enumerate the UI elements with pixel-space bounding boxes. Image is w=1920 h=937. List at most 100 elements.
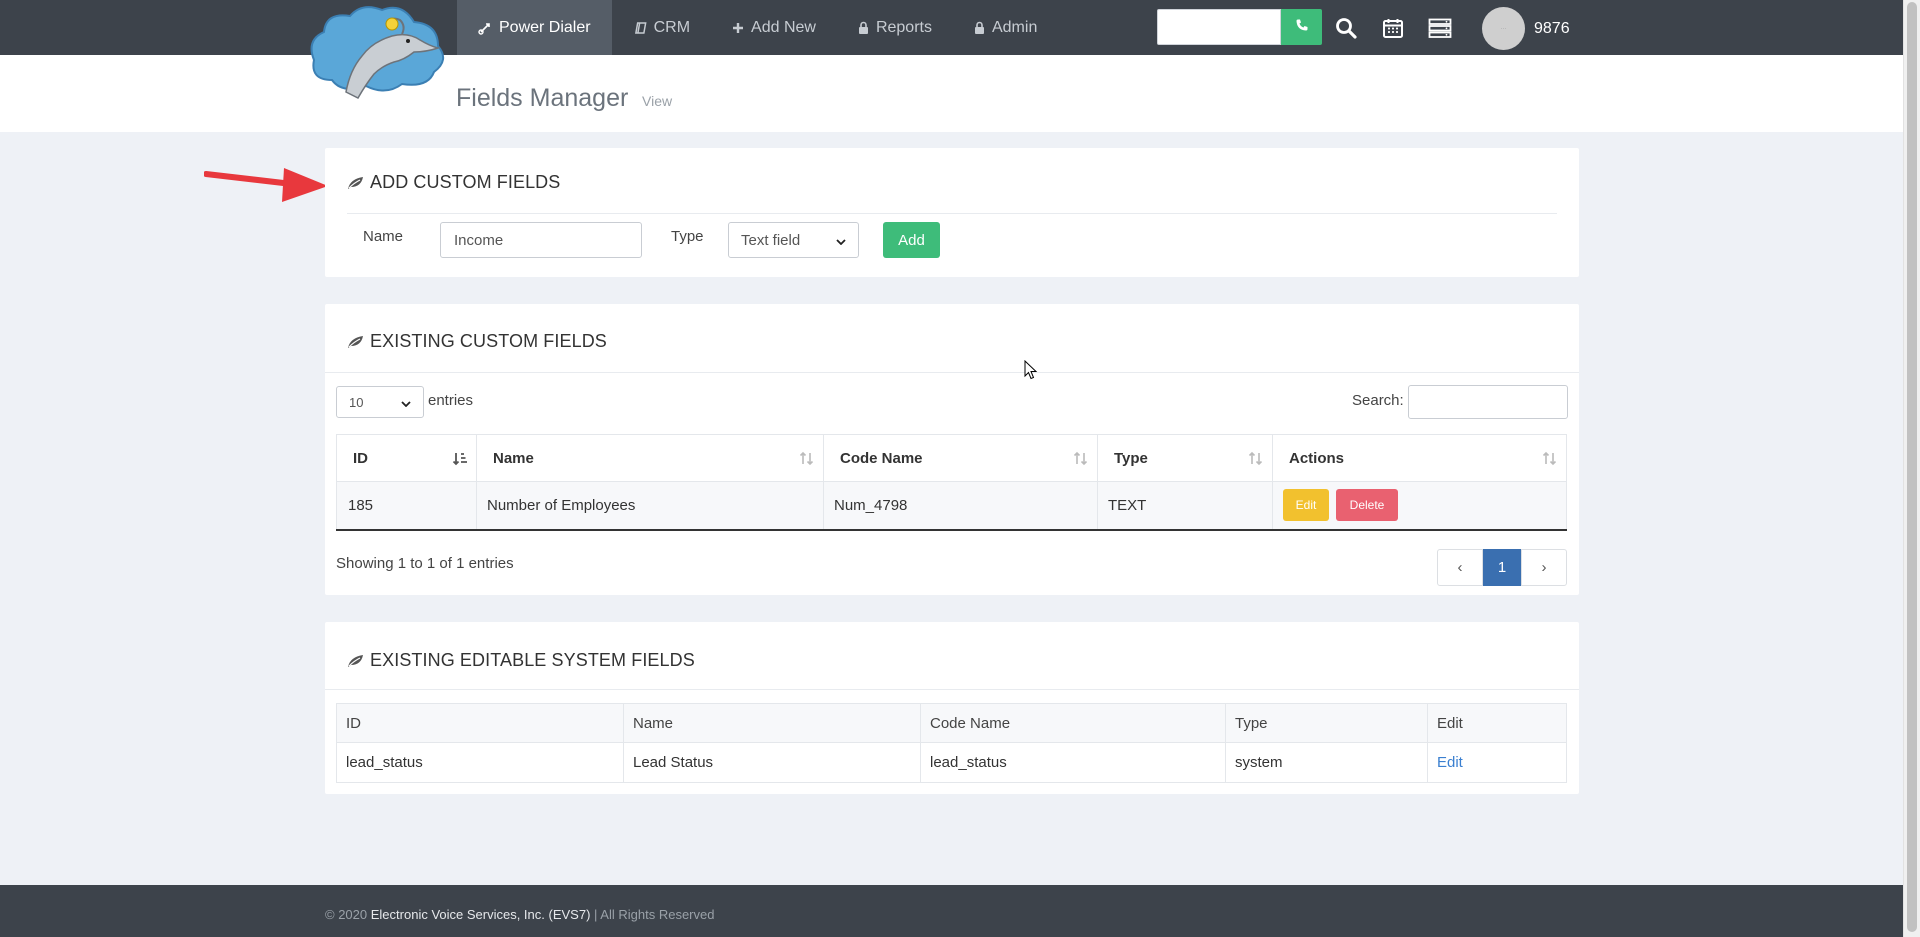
card-title-text: ADD CUSTOM FIELDS bbox=[370, 172, 561, 192]
footer-copyright: © 2020 bbox=[325, 907, 368, 922]
cell-name: Lead Status bbox=[623, 742, 921, 783]
red-arrow-annotation bbox=[203, 166, 330, 211]
col-type-header[interactable]: Type bbox=[1097, 434, 1273, 482]
custom-fields-table: ID Name Code Name Type Actions 185 Numbe… bbox=[336, 434, 1567, 531]
sort-icon bbox=[1073, 451, 1089, 471]
cell-id: lead_status bbox=[336, 742, 624, 783]
field-name-input[interactable]: Income bbox=[440, 222, 642, 258]
pagination-next[interactable]: › bbox=[1521, 549, 1567, 586]
card-title: EXISTING CUSTOM FIELDS bbox=[347, 331, 607, 352]
cell-type: TEXT bbox=[1097, 481, 1273, 531]
cell-code: Num_4798 bbox=[823, 481, 1098, 531]
cell-id: 185 bbox=[336, 481, 477, 531]
search-icon[interactable] bbox=[1332, 14, 1360, 42]
nav-admin[interactable]: Admin bbox=[953, 0, 1058, 55]
footer-rights: | All Rights Reserved bbox=[594, 907, 715, 922]
dial-input[interactable] bbox=[1157, 9, 1281, 45]
type-select-value: Text field bbox=[741, 231, 801, 249]
add-custom-fields-card: ADD CUSTOM FIELDS Name Income Type Text … bbox=[325, 148, 1579, 277]
cell-name: Number of Employees bbox=[476, 481, 824, 531]
avatar[interactable]: ··· bbox=[1482, 7, 1525, 50]
plus-icon bbox=[732, 22, 744, 34]
system-fields-card: EXISTING EDITABLE SYSTEM FIELDS ID Name … bbox=[325, 622, 1579, 794]
dolphin-logo[interactable] bbox=[302, 0, 452, 100]
page-header: Fields Manager View bbox=[0, 55, 1903, 132]
table-header-row: ID Name Code Name Type Edit bbox=[336, 703, 1567, 743]
field-type-select[interactable]: Text field bbox=[728, 222, 859, 258]
power-dialer-icon bbox=[478, 21, 492, 35]
nav-power-dialer[interactable]: Power Dialer bbox=[457, 0, 612, 55]
col-code-header[interactable]: Code Name bbox=[823, 434, 1098, 482]
calendar-icon[interactable] bbox=[1379, 14, 1407, 42]
table-info: Showing 1 to 1 of 1 entries bbox=[336, 555, 514, 572]
leaf-icon bbox=[347, 176, 364, 190]
name-label: Name bbox=[363, 228, 404, 245]
col-id-header: ID bbox=[336, 703, 624, 743]
edit-link[interactable]: Edit bbox=[1437, 754, 1463, 771]
pagination-prev[interactable]: ‹ bbox=[1437, 549, 1483, 586]
col-type-header: Type bbox=[1225, 703, 1428, 743]
length-value: 10 bbox=[349, 394, 364, 410]
sort-icon bbox=[1542, 451, 1558, 471]
table-row: 185 Number of Employees Num_4798 TEXT Ed… bbox=[336, 481, 1567, 531]
sort-icon bbox=[1248, 451, 1264, 471]
nav-crm[interactable]: CRM bbox=[612, 0, 711, 55]
delete-button[interactable]: Delete bbox=[1336, 489, 1398, 522]
table-header-row: ID Name Code Name Type Actions bbox=[336, 434, 1567, 482]
mouse-cursor-icon bbox=[1024, 359, 1038, 385]
edit-button[interactable]: Edit bbox=[1283, 489, 1329, 522]
pagination: ‹ 1 › bbox=[1437, 549, 1567, 586]
card-title: ADD CUSTOM FIELDS bbox=[347, 172, 560, 193]
pagination-page-1[interactable]: 1 bbox=[1483, 549, 1521, 586]
nav-label: Power Dialer bbox=[499, 18, 591, 36]
card-title-text: EXISTING CUSTOM FIELDS bbox=[370, 331, 607, 351]
nav-label: Add New bbox=[751, 18, 816, 36]
divider bbox=[347, 213, 1557, 214]
avatar-placeholder-icon: ··· bbox=[1500, 25, 1507, 32]
search-label: Search: bbox=[1352, 392, 1404, 409]
cell-code: lead_status bbox=[920, 742, 1226, 783]
col-name-header[interactable]: Name bbox=[476, 434, 824, 482]
footer-company-link[interactable]: Electronic Voice Services, Inc. (EVS7) bbox=[371, 907, 591, 922]
top-navbar: Power Dialer CRM Add New Reports Admin ·… bbox=[0, 0, 1903, 55]
scrollbar-thumb[interactable] bbox=[1907, 2, 1917, 932]
footer: © 2020 Electronic Voice Services, Inc. (… bbox=[0, 885, 1903, 937]
lock-icon bbox=[858, 21, 869, 34]
phone-icon bbox=[1295, 18, 1309, 37]
page-scrollbar[interactable] bbox=[1903, 0, 1920, 937]
book-icon bbox=[633, 21, 647, 35]
nav-label: Reports bbox=[875, 18, 932, 36]
user-number: 9876 bbox=[1534, 20, 1570, 37]
page-subtitle: View bbox=[642, 93, 673, 109]
sort-icon bbox=[799, 451, 815, 471]
chevron-down-icon bbox=[401, 395, 411, 410]
entries-label: entries bbox=[428, 392, 474, 409]
table-search-input[interactable] bbox=[1408, 385, 1568, 419]
cell-edit: Edit bbox=[1427, 742, 1567, 783]
nav-add-new[interactable]: Add New bbox=[711, 0, 837, 55]
divider bbox=[325, 372, 1579, 373]
lock-icon bbox=[974, 21, 985, 34]
nav-reports[interactable]: Reports bbox=[837, 0, 953, 55]
leaf-icon bbox=[347, 654, 364, 668]
chevron-down-icon bbox=[836, 232, 846, 249]
dial-button[interactable] bbox=[1281, 9, 1322, 45]
server-icon[interactable] bbox=[1426, 14, 1454, 42]
col-code-header: Code Name bbox=[920, 703, 1226, 743]
entries-length-select[interactable]: 10 bbox=[336, 386, 424, 418]
main-nav: Power Dialer CRM Add New Reports Admin bbox=[457, 0, 1058, 55]
col-actions-header[interactable]: Actions bbox=[1272, 434, 1567, 482]
existing-custom-fields-card: EXISTING CUSTOM FIELDS 10 entries Search… bbox=[325, 304, 1579, 595]
nav-label: Admin bbox=[991, 18, 1038, 36]
leaf-icon bbox=[347, 335, 364, 349]
cell-type: system bbox=[1225, 742, 1428, 783]
col-id-header[interactable]: ID bbox=[336, 434, 477, 482]
nav-label: CRM bbox=[653, 18, 691, 36]
sort-asc-icon bbox=[452, 451, 468, 471]
add-field-button[interactable]: Add bbox=[883, 222, 940, 258]
card-title: EXISTING EDITABLE SYSTEM FIELDS bbox=[347, 650, 695, 671]
table-row: lead_status Lead Status lead_status syst… bbox=[336, 742, 1567, 783]
page-title: Fields Manager bbox=[456, 84, 629, 112]
col-name-header: Name bbox=[623, 703, 921, 743]
type-label: Type bbox=[671, 228, 704, 245]
